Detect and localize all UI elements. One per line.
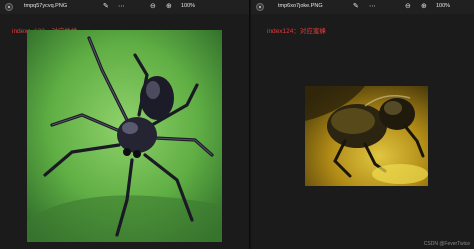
zoom-out-icon[interactable]: ⊖: [150, 2, 156, 11]
csdn-watermark: CSDN @FeverTwice: [423, 241, 470, 247]
spider-image: [27, 30, 222, 242]
zoom-in-icon[interactable]: ⊕: [166, 2, 172, 11]
app-icon: [5, 3, 13, 11]
left-title-bar: tmpq57ycvq.PNG ✎ ⋯ ⊖ ⊕ 100%: [0, 0, 249, 14]
right-viewer-window: tmp6xo7joke.PNG ✎ ⋯ ⊖ ⊕ 100% index124：对应…: [251, 0, 474, 249]
more-icon[interactable]: ⋯: [118, 2, 125, 11]
spider-photo: [27, 30, 222, 242]
zoom-out-icon[interactable]: ⊖: [405, 2, 411, 11]
bee-photo: [305, 86, 428, 186]
right-caption: index124：对应蜜蜂: [267, 28, 326, 35]
right-zoom-level[interactable]: 100%: [436, 3, 450, 9]
bee-image: [305, 86, 428, 186]
zoom-in-icon[interactable]: ⊕: [421, 2, 427, 11]
edit-icon[interactable]: ✎: [353, 2, 359, 11]
more-icon[interactable]: ⋯: [369, 2, 376, 11]
left-viewer-window: tmpq57ycvq.PNG ✎ ⋯ ⊖ ⊕ 100% index：123，对应…: [0, 0, 250, 249]
right-filename: tmp6xo7joke.PNG: [278, 3, 323, 9]
left-filename: tmpq57ycvq.PNG: [24, 3, 68, 9]
left-zoom-level[interactable]: 100%: [181, 3, 195, 9]
right-title-bar: tmp6xo7joke.PNG ✎ ⋯ ⊖ ⊕ 100%: [251, 0, 474, 14]
app-icon: [256, 3, 264, 11]
edit-icon[interactable]: ✎: [103, 2, 109, 11]
